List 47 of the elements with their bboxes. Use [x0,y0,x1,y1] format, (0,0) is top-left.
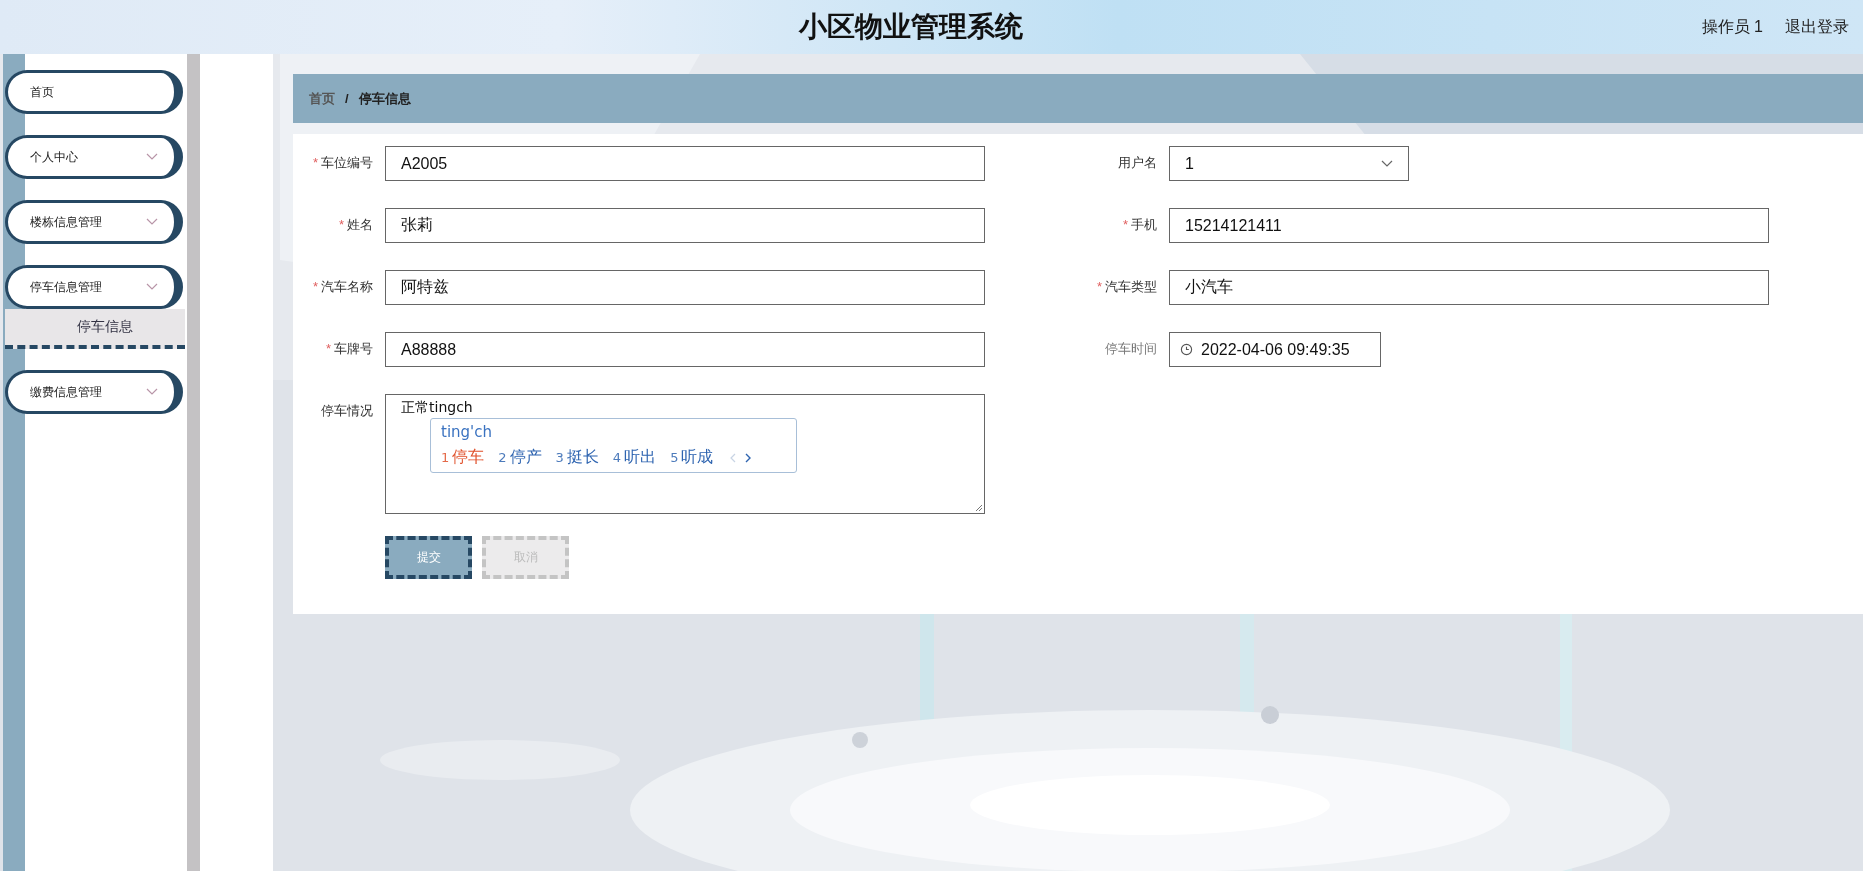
input-field[interactable]: 阿特兹 [385,270,985,305]
caret-icon [146,218,158,226]
sidebar-item[interactable]: 缴费信息管理 [5,370,183,414]
breadcrumb-item: 停车信息 [358,89,411,108]
caret-icon [146,283,158,291]
ime-candidate[interactable]: 1 停车 [441,447,485,468]
input-field[interactable]: A2005 [385,146,985,181]
input-field[interactable]: 小汽车 [1169,270,1769,305]
input-field[interactable]: 15214121411 [1169,208,1769,243]
sidebar-item[interactable]: 个人中心 [5,135,183,179]
required-mark: * [1096,279,1102,294]
operator-name: 操作员 1 [1701,16,1763,37]
required-mark: * [338,217,344,232]
field-label: 停车情况 [321,403,373,418]
user-select[interactable]: 1 [1169,146,1409,181]
required-mark: * [312,279,318,294]
app-title: 小区物业管理系统 [797,10,1024,44]
datetime-field[interactable]: 2022-04-06 09:49:35 [1169,332,1381,367]
required-mark: * [312,155,318,170]
clock-icon [1180,343,1193,356]
chevron-down-icon [1381,159,1393,168]
field-label: 用户名 [1118,155,1157,170]
ime-candidate[interactable]: 2 停产 [498,447,542,468]
ime-candidate[interactable]: 5 听成 [670,447,714,468]
required-mark: * [325,341,331,356]
ime-candidate[interactable]: 3 挺长 [555,447,599,468]
resize-handle-icon [975,504,983,512]
logout-link[interactable]: 退出登录 [1785,16,1849,38]
submenu-item[interactable]: 停车信息 [5,309,185,349]
ime-composition: ting'ch [441,422,493,443]
field-label: 姓名 [347,217,373,232]
field-label: 车位编号 [321,155,373,170]
breadcrumb-separator: / [345,91,349,106]
sidebar-item[interactable]: 首页 [5,70,183,114]
field-label: 汽车类型 [1105,279,1157,294]
sidebar-item[interactable]: 楼栋信息管理 [5,200,183,244]
input-field[interactable]: A88888 [385,332,985,367]
input-field[interactable]: 张莉 [385,208,985,243]
caret-icon [146,388,158,396]
ime-candidate[interactable]: 4 听出 [612,447,657,468]
field-label: 车牌号 [334,341,373,356]
field-label: 汽车名称 [321,279,373,294]
field-label: 停车时间 [1105,341,1157,356]
field-label: 手机 [1131,217,1157,232]
required-mark: * [1122,217,1128,232]
caret-icon [146,153,158,161]
sidebar-item[interactable]: 停车信息管理 [5,265,183,309]
